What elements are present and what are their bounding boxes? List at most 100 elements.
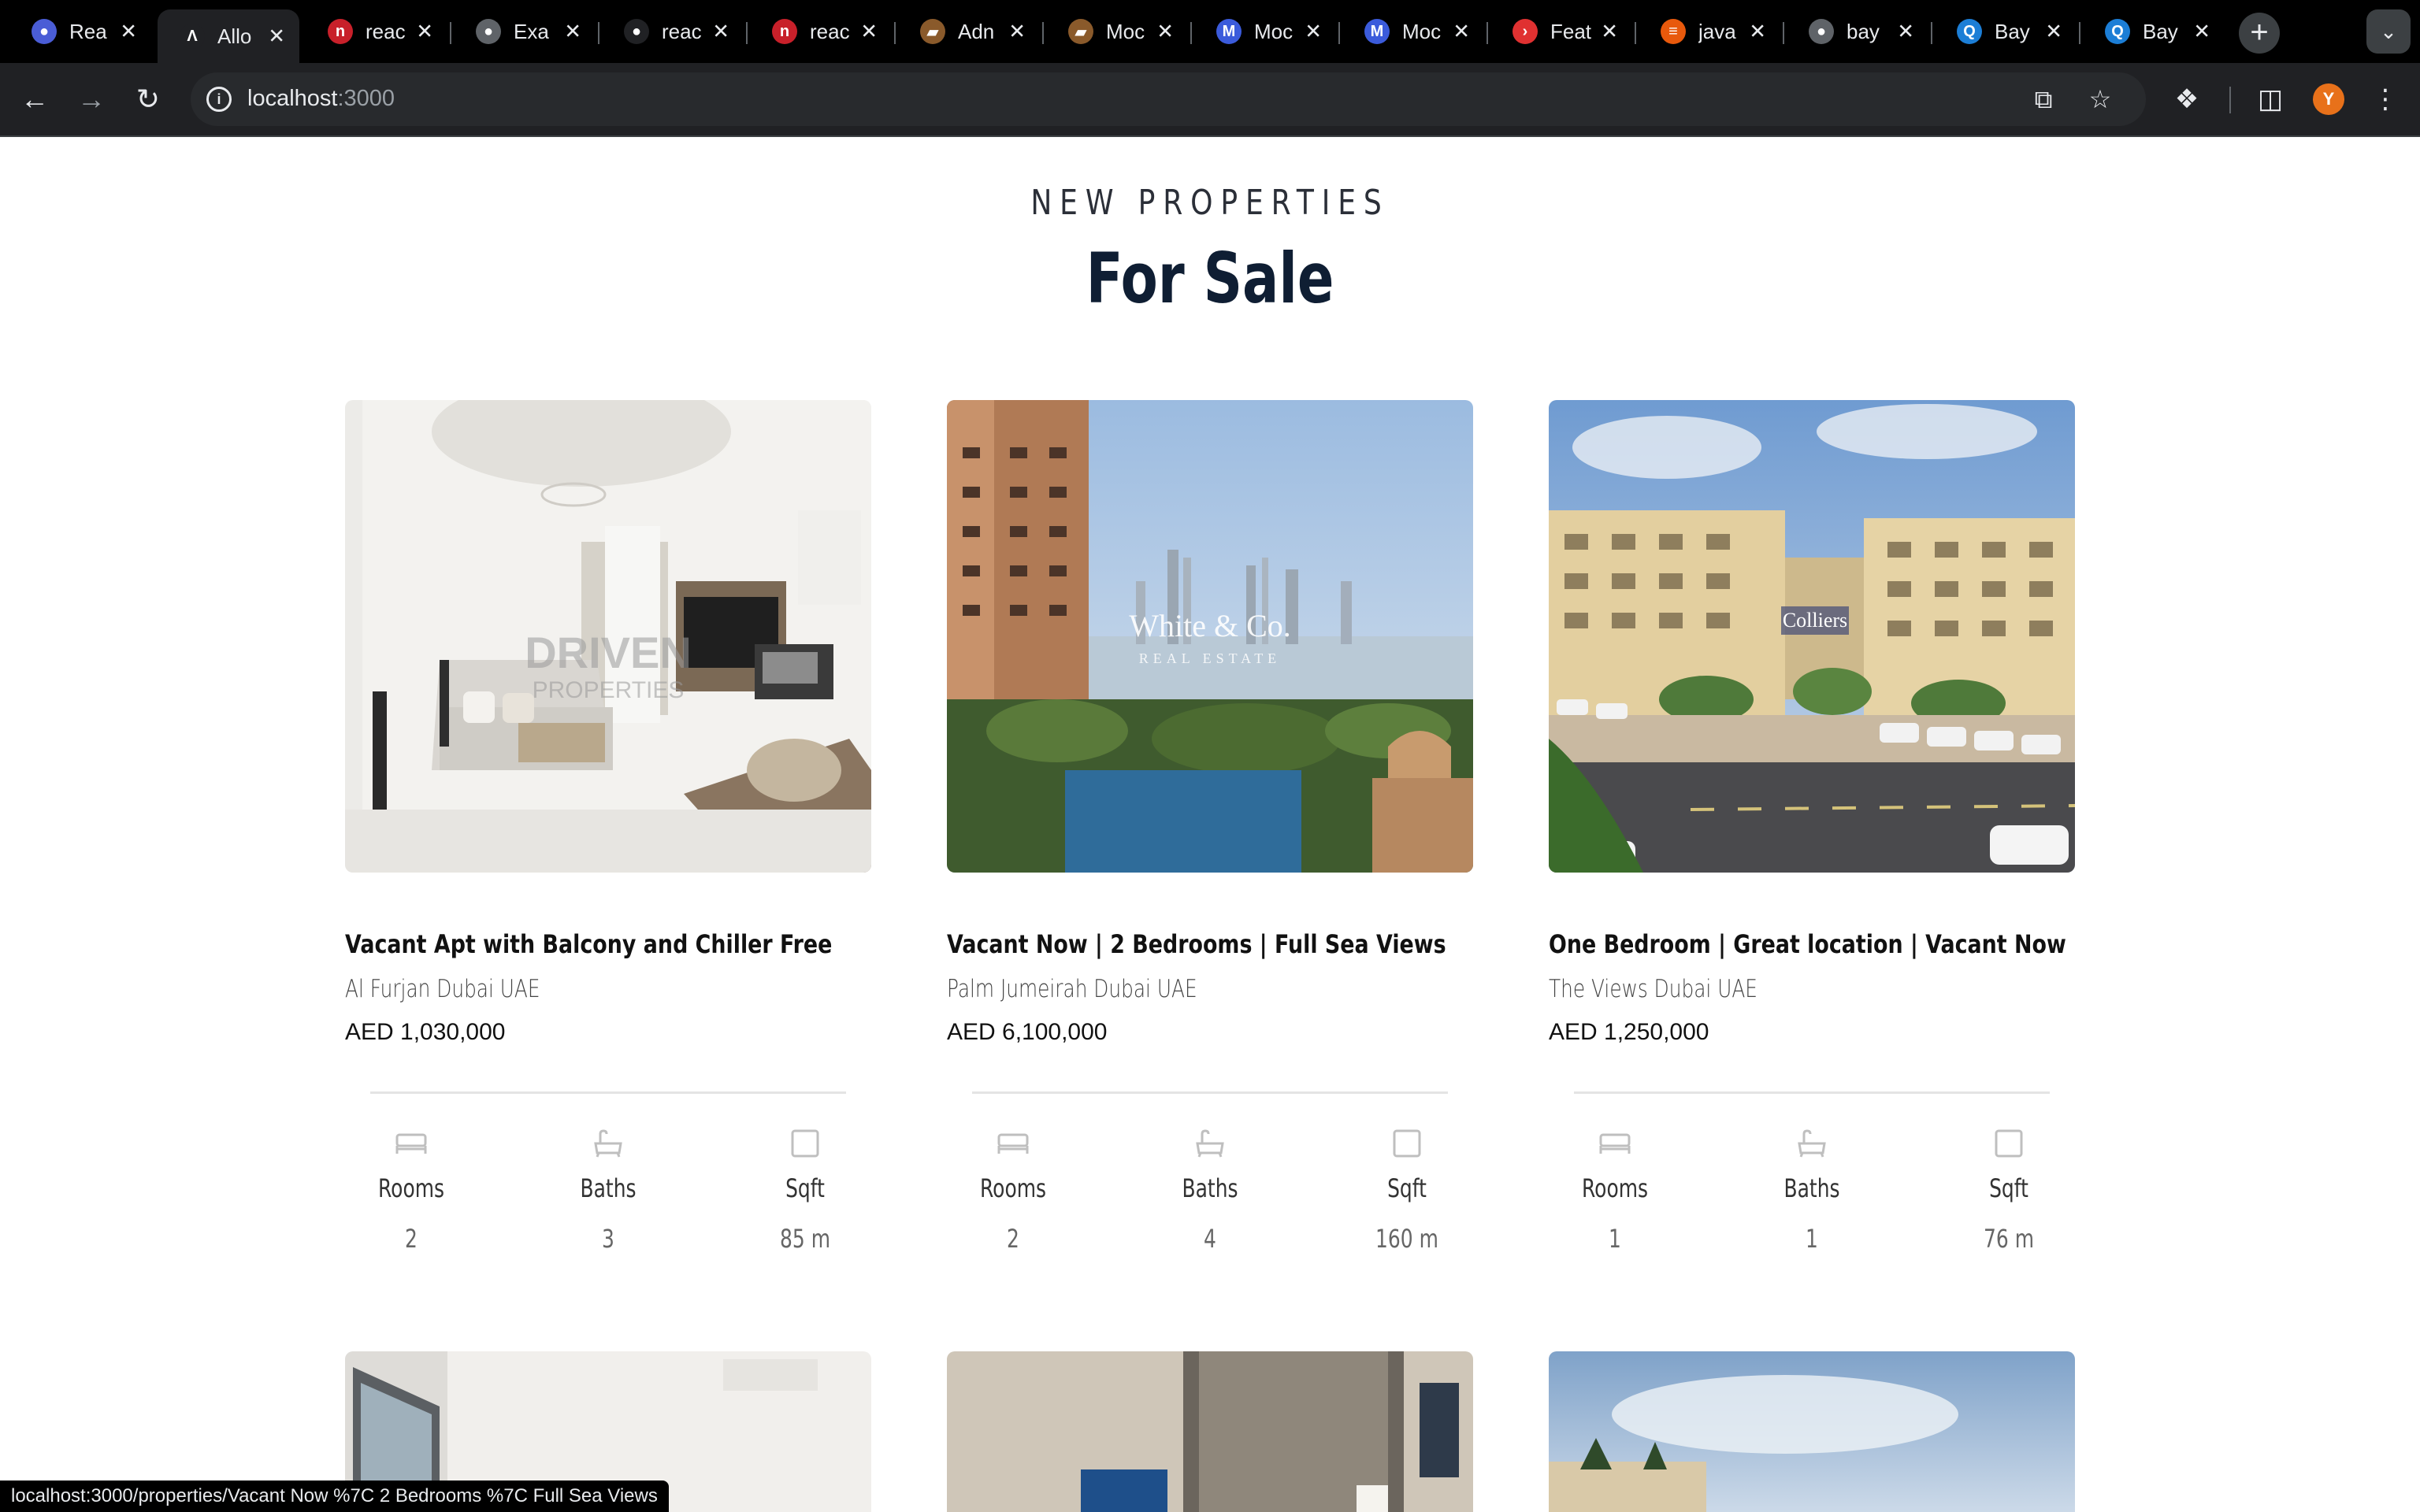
tab-close-icon[interactable]: ✕ [1749,20,1766,44]
tab-title: Moc [1106,19,1145,43]
square-area-icon [1328,1126,1486,1161]
tab-separator [1042,22,1044,44]
bookmark-star-icon[interactable]: ☆ [2086,85,2114,113]
tab-favicon-icon: ≡ [1661,19,1686,44]
address-port: :3000 [337,86,395,111]
tab-close-icon[interactable]: ✕ [860,20,878,44]
tab-close-icon[interactable]: ✕ [712,20,729,44]
tab-favicon-icon: ● [624,19,649,44]
page-content: NEW PROPERTIES For Sale DRIVEN PROPERTIE… [0,139,2420,1512]
reload-icon[interactable]: ↻ [128,79,169,120]
side-panel-icon[interactable]: ◫ [2251,80,2289,118]
living-room-image: DRIVEN PROPERTIES [345,400,871,873]
site-info-icon[interactable]: i [206,87,232,112]
bedroom-image [947,1351,1473,1512]
browser-tab[interactable]: M Moc ✕ [1194,9,1336,54]
tab-title: Allo [217,24,252,48]
browser-tab[interactable]: ● Exa ✕ [454,9,596,54]
extensions-puzzle-icon[interactable]: ❖ [2168,80,2206,118]
tab-title: reac [366,19,406,43]
address-url[interactable]: localhost:3000 [247,86,395,112]
browser-tab[interactable]: ▰ Adn ✕ [898,9,1040,54]
tab-close-icon[interactable]: ✕ [268,24,285,49]
baths-label: Baths [1783,1173,1840,1203]
tab-close-icon[interactable]: ✕ [1008,20,1026,44]
address-bar[interactable]: i localhost:3000 ⧉ ☆ [191,72,2146,126]
back-arrow-icon[interactable]: ← [14,79,55,120]
feature-rooms: Rooms 2 [332,1126,490,1254]
property-photo-sea-view[interactable]: White & Co. REAL ESTATE [947,400,1473,873]
browser-tab[interactable]: ≡ java ✕ [1639,9,1780,54]
tab-strip: ● Rea ✕ Λ Allo ✕ n reac ✕ ● Exa ✕ ● reac ✕ n reac ✕ ▰ Adn ✕ ▰… [0,0,2420,63]
new-tab-button[interactable]: + [2239,13,2280,54]
tab-title: Moc [1402,19,1442,43]
sea-view-image: White & Co. REAL ESTATE [947,400,1473,873]
browser-tab[interactable]: ● reac ✕ [602,9,744,54]
tab-search-chevron-icon[interactable]: ⌄ [2366,9,2411,54]
watermark-subtext: PROPERTIES [533,677,685,703]
property-title[interactable]: One Bedroom | Great location | Vacant No… [1549,929,2066,959]
browser-tab[interactable]: ▰ Moc ✕ [1046,9,1188,54]
watermark-text: White & Co. [1129,608,1291,643]
feature-rooms: Rooms 1 [1536,1126,1694,1254]
property-title[interactable]: Vacant Now | 2 Bedrooms | Full Sea Views [947,929,1446,959]
property-location: Palm Jumeirah Dubai UAE [947,975,1197,1003]
tab-close-icon[interactable]: ✕ [2193,20,2210,44]
tab-separator [1783,22,1784,44]
sqft-value: 160 m [1375,1224,1438,1254]
tab-title: Bay [2143,19,2178,43]
tab-favicon-icon: Λ [180,24,205,49]
rooms-value: 2 [405,1224,418,1254]
tab-title: bay [1847,19,1880,43]
sqft-label: Sqft [1989,1173,2028,1203]
tab-close-icon[interactable]: ✕ [564,20,581,44]
section-eyebrow: NEW PROPERTIES [1030,183,1390,223]
tab-close-icon[interactable]: ✕ [1305,20,1322,44]
tab-close-icon[interactable]: ✕ [1453,20,1470,44]
browser-tab[interactable]: n reac ✕ [750,9,892,54]
tab-separator [1635,22,1636,44]
property-photo-street-view[interactable]: Colliers [1549,400,2075,873]
tab-close-icon[interactable]: ✕ [1601,20,1618,44]
tab-close-icon[interactable]: ✕ [1897,20,1914,44]
tab-close-icon[interactable]: ✕ [120,20,137,44]
browser-tab[interactable]: ● Rea ✕ [9,9,151,54]
card-divider [972,1091,1448,1094]
property-title[interactable]: Vacant Apt with Balcony and Chiller Free [345,929,832,959]
tab-separator [598,22,599,44]
open-in-new-window-icon[interactable]: ⧉ [2029,85,2058,113]
tab-separator [1338,22,1340,44]
watermark-subtext: REAL ESTATE [1139,650,1281,666]
tab-separator [2079,22,2080,44]
tab-close-icon[interactable]: ✕ [416,20,433,44]
tab-close-icon[interactable]: ✕ [2045,20,2062,44]
browser-tab[interactable]: n reac ✕ [306,9,447,54]
browser-tab[interactable]: Q Bay ✕ [2083,9,2225,54]
feature-sqft: Sqft 160 m [1328,1126,1486,1254]
tab-title: Adn [958,19,995,43]
tab-close-icon[interactable]: ✕ [1156,20,1174,44]
tab-title: Moc [1254,19,1294,43]
tab-separator [746,22,748,44]
browser-tab[interactable]: Q Bay ✕ [1935,9,2077,54]
property-photo-building[interactable] [1549,1351,2075,1512]
forward-arrow-icon[interactable]: → [71,79,112,120]
tab-separator [1931,22,1932,44]
browser-tab[interactable]: › Feat ✕ [1490,9,1632,54]
property-photo-living-room[interactable]: DRIVEN PROPERTIES [345,400,871,873]
tab-favicon-icon: › [1512,19,1538,44]
feature-baths: Baths 3 [529,1126,687,1254]
property-photo-bedroom[interactable] [947,1351,1473,1512]
browser-tab[interactable]: Λ Allo ✕ [158,9,299,63]
kebab-menu-icon[interactable]: ⋮ [2366,80,2404,118]
browser-tab[interactable]: M Moc ✕ [1342,9,1484,54]
tab-favicon-icon: n [328,19,353,44]
browser-tab[interactable]: ● bay ✕ [1787,9,1928,54]
rooms-label: Rooms [1581,1173,1649,1203]
feature-baths: Baths 4 [1131,1126,1289,1254]
feature-rooms: Rooms 2 [934,1126,1092,1254]
profile-avatar[interactable]: Y [2313,83,2344,115]
tab-title: Feat [1550,19,1592,43]
baths-label: Baths [1182,1173,1238,1203]
tab-separator [894,22,896,44]
